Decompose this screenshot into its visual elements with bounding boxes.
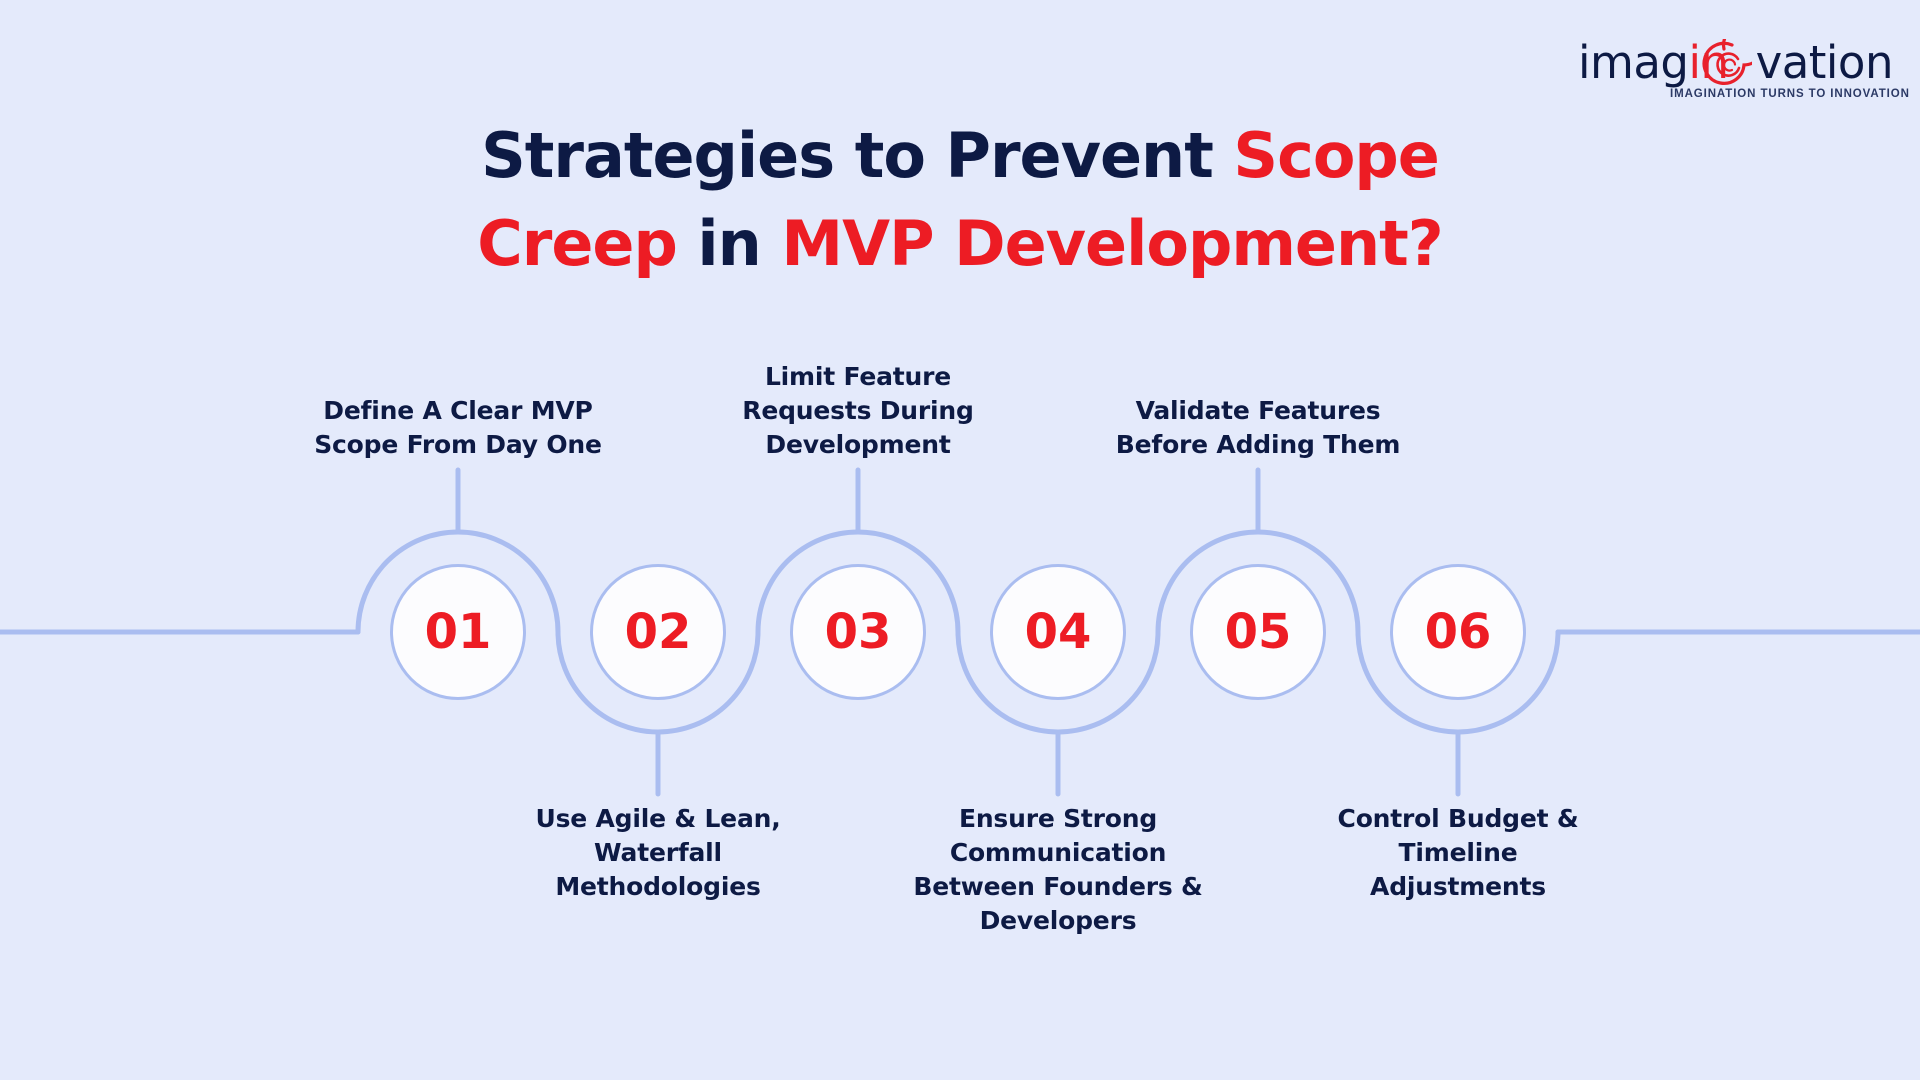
step-label-05: Validate Features Before Adding Them	[1115, 396, 1401, 459]
step-number-02[interactable]: 02	[590, 564, 726, 700]
step-number-04[interactable]: 04	[990, 564, 1126, 700]
step-number-03[interactable]: 03	[790, 564, 926, 700]
step-number-01[interactable]: 01	[390, 564, 526, 700]
step-number-05[interactable]: 05	[1190, 564, 1326, 700]
step-label-01: Define A Clear MVP Scope From Day One	[314, 396, 602, 459]
step-label-04: Ensure Strong Communication Between Foun…	[913, 804, 1203, 935]
step-label-03: Limit Feature Requests During Developmen…	[742, 362, 974, 459]
step-label-06: Control Budget & Timeline Adjustments	[1337, 804, 1579, 901]
step-number-06[interactable]: 06	[1390, 564, 1526, 700]
step-label-02: Use Agile & Lean, Waterfall Methodologie…	[535, 804, 781, 901]
